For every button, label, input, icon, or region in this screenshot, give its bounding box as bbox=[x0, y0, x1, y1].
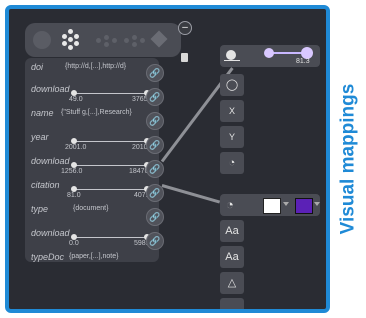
field-values: {paper,[...],note} bbox=[69, 253, 119, 260]
y-axis-label: Y bbox=[228, 132, 235, 142]
circle-node-icon[interactable] bbox=[33, 31, 51, 49]
field-values: {"Stuff g,[...],Research} bbox=[61, 109, 132, 116]
chain-link-icon[interactable]: 🔗 bbox=[146, 208, 164, 226]
y-axis-tool-button[interactable]: Y bbox=[220, 126, 244, 148]
lock-icon[interactable] bbox=[181, 53, 188, 62]
visual-mappings-title: Visual mappings bbox=[337, 83, 359, 235]
cluster-node-dim2-icon[interactable] bbox=[121, 29, 145, 51]
range-min-label: 1256.0 bbox=[61, 168, 83, 175]
size-slider-min-handle[interactable] bbox=[264, 48, 274, 58]
text-size-label: Aa bbox=[225, 225, 239, 237]
field-name: download bbox=[31, 228, 70, 238]
field-row-typedoc[interactable]: typeDoc {paper,[...],note} bbox=[25, 248, 159, 270]
range-slider-track[interactable] bbox=[73, 189, 149, 190]
size-mapping-bar: 81.3 bbox=[220, 45, 320, 67]
color-bucket-icon: ◔ bbox=[226, 197, 234, 212]
fill-tool-button[interactable]: ◔ bbox=[220, 152, 244, 174]
x-axis-tool-button[interactable]: X bbox=[220, 100, 244, 122]
data-fields-panel: doi {http://d,[...],http://d} download 4… bbox=[25, 58, 159, 262]
field-row-year[interactable]: year 2001.0 2010.0 bbox=[25, 128, 159, 151]
side-title: Visual mappings bbox=[330, 0, 366, 318]
field-name: typeDoc bbox=[31, 252, 65, 262]
range-min-label: 2001.0 bbox=[65, 144, 87, 151]
cluster-node-icon[interactable] bbox=[59, 29, 83, 51]
cluster-node-dim-icon[interactable] bbox=[93, 29, 117, 51]
size-circle-icon bbox=[226, 50, 236, 60]
color-swatch-end[interactable] bbox=[295, 198, 313, 214]
field-name: doi bbox=[31, 62, 44, 72]
dropdown-arrow-icon[interactable] bbox=[314, 202, 320, 206]
size-slider-value: 81.3 bbox=[296, 58, 310, 65]
visual-mappings-frame: – doi {http://d,[...],http://d} download… bbox=[5, 5, 330, 313]
field-row-download-3[interactable]: download 0.0 598.0 bbox=[25, 224, 159, 247]
range-slider-track[interactable] bbox=[73, 165, 149, 166]
color-swatch-start[interactable] bbox=[263, 198, 281, 214]
field-row-doi[interactable]: doi {http://d,[...],http://d} bbox=[25, 58, 159, 80]
field-name: type bbox=[31, 204, 49, 214]
range-slider-track[interactable] bbox=[73, 237, 149, 238]
field-row-name[interactable]: name {"Stuff g,[...],Research} bbox=[25, 104, 159, 126]
range-min-label: 81.0 bbox=[67, 192, 81, 199]
text-color-label: Aa bbox=[225, 251, 239, 263]
shape-tool-button[interactable]: ◯ bbox=[220, 74, 244, 96]
field-name: citation bbox=[31, 180, 60, 190]
field-row-type[interactable]: type {document} bbox=[25, 200, 159, 222]
field-name: year bbox=[31, 132, 49, 142]
chain-link-icon[interactable]: 🔗 bbox=[146, 64, 164, 82]
chain-link-icon[interactable]: 🔗 bbox=[146, 112, 164, 130]
diamond-node-icon[interactable] bbox=[150, 30, 168, 48]
field-row-download[interactable]: download 49.0 3765.0 bbox=[25, 80, 159, 103]
node-toolbar: – bbox=[25, 21, 192, 62]
range-slider-track[interactable] bbox=[73, 93, 149, 94]
color-mapping-bar: ◔ bbox=[220, 194, 320, 216]
field-values: {http://d,[...],http://d} bbox=[65, 63, 127, 70]
chain-link-icon[interactable]: 🔗 bbox=[146, 136, 164, 154]
range-min-label: 0.0 bbox=[69, 240, 79, 247]
text-color-tool-button[interactable]: Aa bbox=[220, 246, 244, 268]
range-min-label: 49.0 bbox=[69, 96, 83, 103]
text-size-tool-button[interactable]: Aa bbox=[220, 220, 244, 242]
field-row-download-2[interactable]: download 1256.0 18470.0 bbox=[25, 152, 159, 175]
chain-link-icon[interactable]: 🔗 bbox=[146, 88, 164, 106]
field-name: download bbox=[31, 84, 70, 94]
chain-link-icon[interactable]: 🔗 bbox=[146, 232, 164, 250]
shapes-tool-button[interactable]: △ bbox=[220, 272, 244, 294]
field-row-citation[interactable]: citation 81.0 407.0 bbox=[25, 176, 159, 199]
field-name: download bbox=[31, 156, 70, 166]
range-slider-track[interactable] bbox=[73, 141, 149, 142]
field-values: {document} bbox=[73, 205, 109, 212]
mapping-edge-color bbox=[161, 184, 221, 204]
dropdown-arrow-icon[interactable] bbox=[283, 202, 289, 206]
extra-tool-button[interactable] bbox=[220, 298, 244, 309]
close-icon[interactable]: – bbox=[178, 21, 192, 35]
x-axis-label: X bbox=[228, 106, 235, 116]
field-name: name bbox=[31, 108, 54, 118]
chain-link-icon[interactable]: 🔗 bbox=[146, 160, 164, 178]
size-circle-base bbox=[224, 60, 240, 61]
